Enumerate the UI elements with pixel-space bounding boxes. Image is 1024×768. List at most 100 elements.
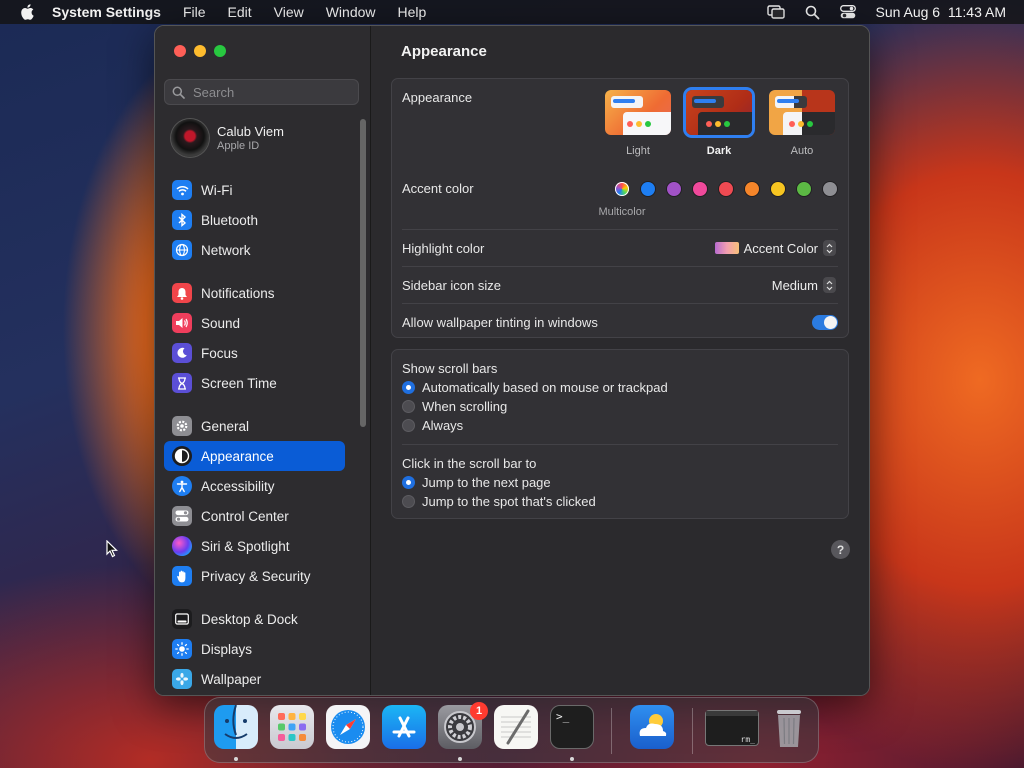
show-scroll-bars-label: Show scroll bars <box>402 361 498 376</box>
radio-button[interactable] <box>402 419 415 432</box>
sidebar-item-general[interactable]: General <box>164 411 345 441</box>
dock-minimized-window[interactable]: rm_ <box>705 710 759 746</box>
dock-divider <box>692 708 693 754</box>
sidebar-item-label: Focus <box>201 345 238 361</box>
menu-view[interactable]: View <box>274 4 304 20</box>
radio-next-page[interactable]: Jump to the next page <box>402 475 551 490</box>
sidebar-item-label: Control Center <box>201 508 289 524</box>
moon-icon <box>172 343 192 363</box>
sidebar-icon-size-popup[interactable]: Medium <box>772 277 836 293</box>
sun-icon <box>172 639 192 659</box>
sidebar-item-desktop-dock[interactable]: Desktop & Dock <box>164 604 345 634</box>
radio-button[interactable] <box>402 400 415 413</box>
sidebar-item-displays[interactable]: Displays <box>164 634 345 664</box>
zoom-button[interactable] <box>214 45 226 57</box>
menu-file[interactable]: File <box>183 4 206 20</box>
menu-clock[interactable]: Sun Aug 6 11:43 AM <box>875 4 1006 20</box>
wallpaper-tinting-toggle[interactable] <box>812 315 838 330</box>
radio-label: When scrolling <box>422 399 508 414</box>
sidebar-item-privacy-security[interactable]: Privacy & Security <box>164 561 345 591</box>
wifi-icon <box>172 180 192 200</box>
dock-launchpad-icon[interactable] <box>270 705 314 749</box>
running-indicator <box>458 757 462 761</box>
sidebar-item-siri-spotlight[interactable]: Siri & Spotlight <box>164 531 345 561</box>
dock-finder-icon[interactable] <box>214 704 258 749</box>
dock-trash-icon[interactable] <box>767 705 811 749</box>
click-scroll-bar-label: Click in the scroll bar to <box>402 456 537 471</box>
dock-textedit-icon[interactable] <box>494 705 538 749</box>
accessibility-icon <box>172 476 192 496</box>
sidebar-section-network: Wi-Fi Bluetooth Network <box>164 175 345 265</box>
close-button[interactable] <box>174 45 186 57</box>
sidebar-item-label: Siri & Spotlight <box>201 538 290 554</box>
radio-label: Automatically based on mouse or trackpad <box>422 380 668 395</box>
accent-swatch-graphite[interactable] <box>823 182 837 196</box>
accent-swatch-blue[interactable] <box>641 182 655 196</box>
divider <box>402 444 838 445</box>
accent-swatch-orange[interactable] <box>745 182 759 196</box>
sidebar-item-focus[interactable]: Focus <box>164 338 345 368</box>
help-button[interactable]: ? <box>831 540 850 559</box>
bluetooth-icon <box>172 210 192 230</box>
siri-icon <box>172 536 192 556</box>
accent-swatch-yellow[interactable] <box>771 182 785 196</box>
search-icon <box>172 86 185 99</box>
sidebar-item-appearance[interactable]: Appearance <box>164 441 345 471</box>
appearance-label: Appearance <box>402 90 473 105</box>
search-field[interactable] <box>164 79 359 105</box>
control-center-icon[interactable] <box>839 3 857 21</box>
radio-when-scrolling[interactable]: When scrolling <box>402 399 507 414</box>
apple-menu-icon[interactable] <box>16 1 38 23</box>
sidebar-scrollbar[interactable] <box>360 119 366 427</box>
sidebar-item-sound[interactable]: Sound <box>164 308 345 338</box>
menu-app-name[interactable]: System Settings <box>52 4 161 20</box>
sidebar-item-wallpaper[interactable]: Wallpaper <box>164 664 345 694</box>
sidebar-item-wifi[interactable]: Wi-Fi <box>164 175 345 205</box>
sidebar-item-screen-time[interactable]: Screen Time <box>164 368 345 398</box>
appearance-settings-group: Appearance Light Dark Auto Accent color … <box>391 78 849 338</box>
menu-window[interactable]: Window <box>326 4 376 20</box>
dock-terminal-icon[interactable]: >_ <box>550 705 594 749</box>
appearance-option-light-label: Light <box>626 145 650 157</box>
sidebar-item-accessibility[interactable]: Accessibility <box>164 471 345 501</box>
dock-app-store-icon[interactable] <box>382 705 426 749</box>
radio-button[interactable] <box>402 381 415 394</box>
spotlight-search-icon[interactable] <box>803 3 821 21</box>
sidebar-item-label: Network <box>201 242 251 258</box>
minimize-button[interactable] <box>194 45 206 57</box>
accent-swatch-red[interactable] <box>719 182 733 196</box>
gear-icon <box>172 416 192 436</box>
sidebar-item-label: Wallpaper <box>201 671 262 687</box>
appearance-option-dark[interactable] <box>686 90 752 135</box>
appearance-option-light[interactable] <box>605 90 671 135</box>
divider <box>402 266 838 267</box>
highlight-color-popup[interactable]: Accent Color <box>714 240 836 256</box>
radio-spot-clicked[interactable]: Jump to the spot that's clicked <box>402 494 596 509</box>
running-indicator <box>234 757 238 761</box>
dock-icon <box>172 609 192 629</box>
accent-swatch-purple[interactable] <box>667 182 681 196</box>
search-input[interactable] <box>191 83 355 101</box>
apple-id-account[interactable]: Calub Viem Apple ID <box>171 119 284 157</box>
menu-edit[interactable]: Edit <box>228 4 252 20</box>
sidebar-item-notifications[interactable]: Notifications <box>164 278 345 308</box>
appearance-option-auto[interactable] <box>769 90 835 135</box>
dock-safari-icon[interactable] <box>326 705 370 749</box>
accent-swatch-green[interactable] <box>797 182 811 196</box>
sidebar-item-network[interactable]: Network <box>164 235 345 265</box>
accent-swatch-multicolor[interactable] <box>615 182 629 196</box>
sidebar-item-bluetooth[interactable]: Bluetooth <box>164 205 345 235</box>
radio-button[interactable] <box>402 476 415 489</box>
screen-mirroring-icon[interactable] <box>767 3 786 21</box>
popup-stepper-icon <box>823 240 836 256</box>
radio-automatic[interactable]: Automatically based on mouse or trackpad <box>402 380 668 395</box>
toggles-icon <box>172 506 192 526</box>
radio-button[interactable] <box>402 495 415 508</box>
sidebar-item-control-center[interactable]: Control Center <box>164 501 345 531</box>
appearance-option-dark-label: Dark <box>706 145 732 157</box>
menu-help[interactable]: Help <box>398 4 427 20</box>
sidebar-item-label: Accessibility <box>201 478 275 494</box>
dock-weather-icon[interactable] <box>630 705 674 749</box>
radio-always[interactable]: Always <box>402 418 463 433</box>
accent-swatch-pink[interactable] <box>693 182 707 196</box>
